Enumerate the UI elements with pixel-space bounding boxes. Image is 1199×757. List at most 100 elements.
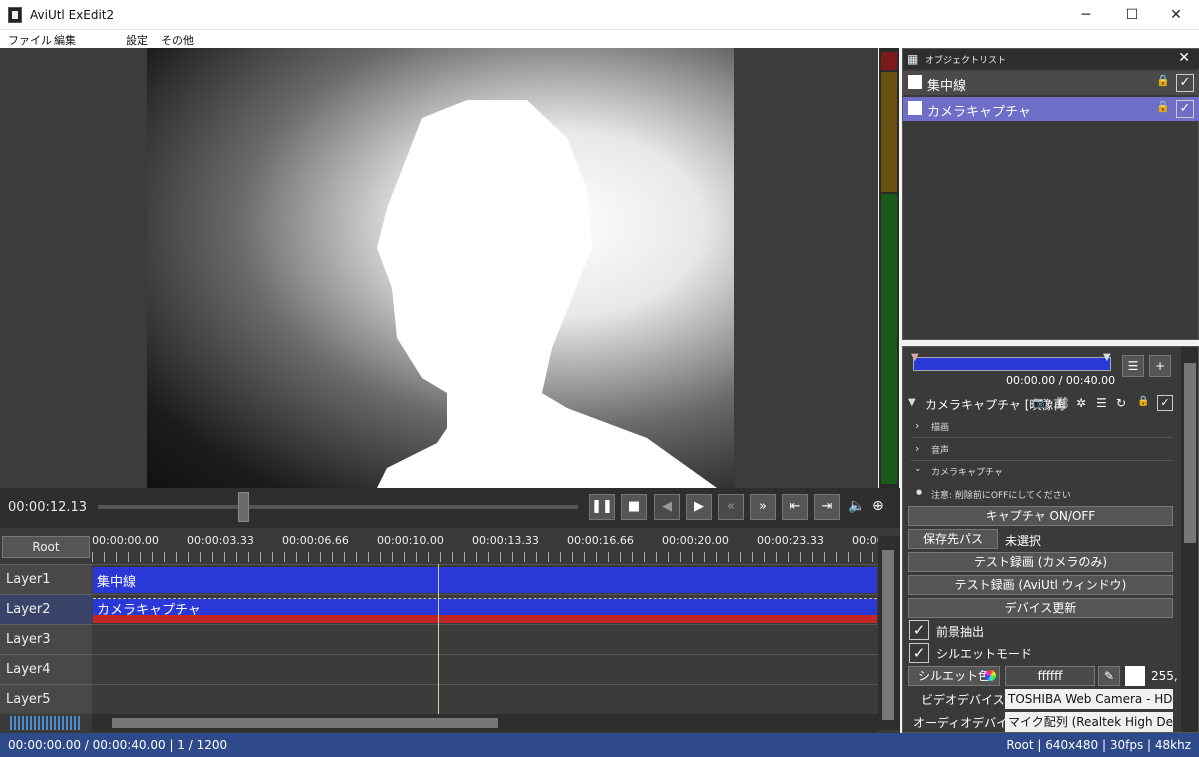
status-project-info: Root | 640x480 | 30fps | 48khz — [1006, 738, 1191, 752]
seek-bar[interactable] — [98, 505, 578, 509]
object-item-concentration[interactable]: 集中線 🔒 ✓ — [903, 71, 1199, 95]
foreground-checkbox[interactable]: ✓ — [909, 620, 929, 640]
clip-concentration-lines[interactable]: 集中線 — [93, 567, 877, 593]
zoom-icon[interactable]: ⊕ — [872, 498, 884, 514]
color-wheel-icon — [985, 670, 996, 681]
add-icon[interactable]: + — [1149, 355, 1171, 377]
grid-icon: ▦ — [907, 52, 919, 66]
lock-icon[interactable]: 🔒 — [1137, 396, 1149, 407]
seek-handle[interactable] — [238, 492, 249, 522]
jump-end-button[interactable]: ⇥ — [814, 494, 840, 520]
layer-header-2[interactable]: Layer2 — [0, 594, 92, 624]
object-item-label: 集中線 — [927, 79, 967, 94]
section-camera[interactable]: カメラキャプチャ — [931, 465, 1003, 478]
scroll-thumb[interactable] — [882, 550, 894, 720]
ruler-label: 00:00:16.66 — [567, 534, 634, 547]
section-audio[interactable]: 音声 — [931, 443, 949, 456]
capture-toggle-button[interactable]: キャプチャ ON/OFF — [908, 506, 1173, 526]
prev-frame-button[interactable]: ◀ — [654, 494, 680, 520]
range-start-marker[interactable]: ▼ — [911, 352, 919, 363]
next-frame-button[interactable]: ▶ — [686, 494, 712, 520]
close-icon[interactable]: ✕ — [1178, 50, 1190, 66]
scroll-thumb[interactable] — [112, 718, 498, 728]
menu-settings[interactable]: 設定 — [126, 32, 148, 48]
timeline-vertical-scrollbar[interactable] — [878, 536, 900, 730]
layer-track-5[interactable] — [92, 684, 878, 714]
layer-track-3[interactable] — [92, 624, 878, 654]
object-list-panel: オブジェクトリスト ▦ ✕ 集中線 🔒 ✓ カメラキャプチャ 🔒 ✓ — [902, 48, 1199, 340]
ruler-label: 00:00:03.33 — [187, 534, 254, 547]
test-record-camera-button[interactable]: テスト録画 (カメラのみ) — [908, 552, 1173, 572]
ruler-label: 00:00:10.00 — [377, 534, 444, 547]
effect-icon[interactable]: ✲ — [1076, 396, 1086, 410]
playhead-line[interactable] — [438, 564, 439, 714]
color-hex-field[interactable]: ffffff — [1005, 666, 1095, 686]
audio-level-meter — [879, 48, 899, 488]
layer-header-4[interactable]: Layer4 — [0, 654, 92, 684]
range-end-marker[interactable]: ▼ — [1103, 352, 1111, 363]
timeline-zoom-meter[interactable] — [10, 716, 82, 730]
save-path-value: 未選択 — [1005, 534, 1042, 548]
object-item-camera[interactable]: カメラキャプチャ 🔒 ✓ — [903, 97, 1199, 121]
lock-icon[interactable]: 🔒 — [1156, 74, 1170, 87]
layer-header-1[interactable]: Layer1 — [0, 564, 92, 594]
lock-icon[interactable]: 🔒 — [1156, 100, 1170, 113]
ruler-label: 00:00 — [852, 534, 878, 547]
scroll-thumb[interactable] — [1184, 363, 1196, 543]
clip-audio-bar[interactable] — [93, 615, 877, 623]
menu-list-icon[interactable]: ☰ — [1096, 396, 1107, 410]
menu-edit[interactable]: 編集 — [54, 32, 76, 48]
silhouette-checkbox[interactable]: ✓ — [909, 643, 929, 663]
enable-checkbox[interactable]: ✓ — [1157, 395, 1173, 411]
save-path-button[interactable]: 保存先パス — [908, 529, 998, 549]
root-button[interactable]: Root — [2, 536, 90, 558]
object-range-bar[interactable] — [913, 357, 1111, 371]
camera-icon[interactable]: 📷 — [1033, 396, 1047, 409]
section-draw[interactable]: 描画 — [931, 420, 949, 433]
timeline-horizontal-scrollbar[interactable] — [92, 714, 878, 732]
video-device-select[interactable]: TOSHIBA Web Camera - HD — [1005, 689, 1173, 709]
stop-button[interactable]: ■ — [621, 494, 647, 520]
time-ruler[interactable]: 00:00:00.00 00:00:03.33 00:00:06.66 00:0… — [92, 530, 878, 564]
maximize-button[interactable]: ☐ — [1109, 0, 1155, 30]
layer-header-5[interactable]: Layer5 — [0, 684, 92, 714]
fast-forward-button[interactable]: » — [750, 494, 776, 520]
device-update-button[interactable]: デバイス更新 — [908, 598, 1173, 618]
chevron-down-icon[interactable]: ⌄ — [914, 464, 922, 474]
menu-file[interactable]: ファイル — [8, 32, 52, 48]
collapse-icon[interactable]: ▼ — [908, 397, 916, 408]
divider — [911, 460, 1173, 461]
ruler-label: 00:00:06.66 — [282, 534, 349, 547]
visibility-checkbox[interactable]: ✓ — [1176, 100, 1194, 118]
properties-panel: ▼ ▼ 00:00.00 / 00:40.00 ☰ + ▼ カメラキャプチャ [… — [902, 346, 1199, 733]
image-icon — [908, 75, 922, 89]
jump-start-button[interactable]: ⇤ — [782, 494, 808, 520]
ruler-label: 00:00:20.00 — [662, 534, 729, 547]
clip-camera-capture[interactable]: カメラキャプチャ — [93, 599, 877, 618]
status-bar: 00:00:00.00 / 00:00:40.00 | 1 / 1200 Roo… — [0, 733, 1199, 757]
close-button[interactable]: ✕ — [1153, 0, 1199, 30]
menu-other[interactable]: その他 — [161, 32, 194, 48]
chevron-right-icon[interactable]: › — [915, 442, 919, 455]
layer-track-4[interactable] — [92, 654, 878, 684]
visibility-checkbox[interactable]: ✓ — [1176, 74, 1194, 92]
eyedropper-icon[interactable]: ✎ — [1098, 666, 1120, 686]
link-icon[interactable]: ⛓ — [1055, 396, 1070, 410]
refresh-icon[interactable]: ↻ — [1116, 396, 1126, 410]
test-record-window-button[interactable]: テスト録画 (AviUtl ウィンドウ) — [908, 575, 1173, 595]
list-icon[interactable]: ☰ — [1122, 355, 1144, 377]
object-list-title: オブジェクトリスト — [903, 49, 1199, 69]
pause-button[interactable]: ❚❚ — [589, 494, 615, 520]
volume-icon[interactable]: 🔈 — [848, 498, 865, 514]
layer-header-3[interactable]: Layer3 — [0, 624, 92, 654]
audio-device-label: オーディオデバイス — [913, 716, 1020, 730]
properties-scrollbar[interactable] — [1181, 347, 1198, 732]
minimize-button[interactable]: ─ — [1063, 0, 1109, 30]
window-title: AviUtl ExEdit2 — [30, 8, 115, 22]
silhouette-image — [377, 100, 717, 488]
rewind-button[interactable]: « — [718, 494, 744, 520]
chevron-right-icon[interactable]: › — [915, 419, 919, 432]
audio-device-select[interactable]: マイク配列 (Realtek High Defini — [1005, 712, 1173, 732]
color-swatch[interactable] — [1125, 666, 1145, 686]
current-time: 00:00:12.13 — [8, 500, 88, 515]
